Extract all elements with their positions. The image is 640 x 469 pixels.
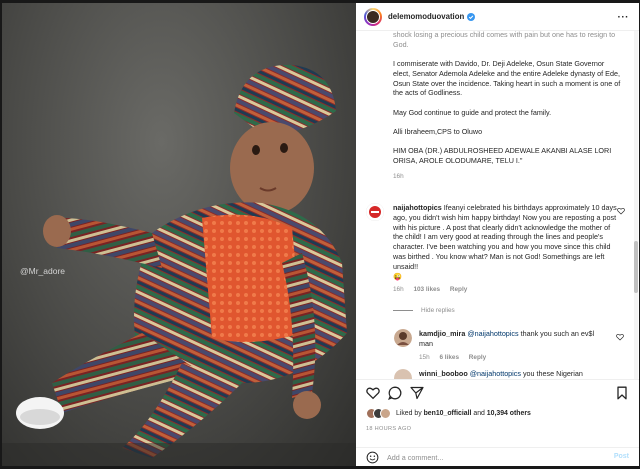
liker-avatar[interactable] xyxy=(380,408,391,419)
reply-mention[interactable]: @naijahottopics xyxy=(470,369,521,378)
reply-body: winni_booboo @naijahottopics you these N… xyxy=(419,369,609,379)
author-avatar[interactable] xyxy=(364,7,382,26)
caption-paragraph-2: May God continue to guide and protect th… xyxy=(393,107,552,117)
comment-emoji: 😜 xyxy=(393,271,402,281)
comment-likes[interactable]: 103 likes xyxy=(413,286,440,293)
reply-likes[interactable]: 6 likes xyxy=(439,354,459,361)
post-photo[interactable]: @Mr_adore xyxy=(2,3,356,466)
child-photo-illustration xyxy=(2,64,356,466)
comment-input[interactable] xyxy=(387,452,597,462)
hide-replies-label: Hide replies xyxy=(421,307,455,314)
comment-icon[interactable] xyxy=(388,386,402,400)
comment-meta: 16h 103 likes Reply xyxy=(393,285,621,295)
comment-username[interactable]: naijahottopics xyxy=(393,203,442,212)
liked-by-row: Liked by ben10_officiall and 10,394 othe… xyxy=(366,408,531,419)
liked-by-and: and xyxy=(471,410,487,417)
bookmark-icon[interactable] xyxy=(615,386,629,400)
reply-username[interactable]: kamdjio_mira xyxy=(419,329,465,338)
reply-mention[interactable]: @naijahottopics xyxy=(467,329,518,338)
post-actions: Liked by ben10_officiall and 10,394 othe… xyxy=(356,379,639,436)
post-caption: shock losing a precious child comes with… xyxy=(393,31,623,182)
heart-icon[interactable] xyxy=(366,386,380,400)
commenter-avatar[interactable] xyxy=(366,203,384,221)
heart-icon[interactable] xyxy=(617,207,625,215)
reply-time: 15h xyxy=(419,353,430,361)
reply-text: you these Nigerian xyxy=(520,369,583,378)
hide-replies-toggle[interactable]: Hide replies xyxy=(393,307,455,314)
caption-fragment: shock losing a precious child comes with… xyxy=(393,31,616,49)
scrollbar-track[interactable] xyxy=(634,31,638,379)
reply-reply-button[interactable]: Reply xyxy=(469,354,486,361)
comments-scroll-area[interactable]: shock losing a precious child comes with… xyxy=(356,31,639,379)
window-frame: @Mr_adore delemomoduovation ··· shock lo… xyxy=(0,0,640,469)
share-icon[interactable] xyxy=(410,386,424,400)
post-side-panel: delemomoduovation ··· shock losing a pre… xyxy=(356,3,639,466)
liked-by-user[interactable]: ben10_officiall xyxy=(424,410,472,417)
comment-time: 16h xyxy=(393,286,404,294)
emoji-icon[interactable] xyxy=(366,451,379,464)
photo-watermark: @Mr_adore xyxy=(20,266,66,276)
caption-time: 16h xyxy=(393,172,404,180)
heart-icon[interactable] xyxy=(616,333,624,341)
caption-paragraph-3: Alli Ibraheem,CPS to Oluwo xyxy=(393,127,483,137)
scrollbar-thumb[interactable] xyxy=(634,241,638,293)
reply-avatar[interactable] xyxy=(394,369,412,379)
comment-text: Ifeanyi celebrated his birthdays approxi… xyxy=(393,203,617,271)
author-username[interactable]: delemomoduovation xyxy=(388,12,464,21)
reply-meta: 15h 6 likes Reply xyxy=(419,353,609,363)
reply-avatar[interactable] xyxy=(394,329,412,347)
liked-by-text: Liked by ben10_officiall and 10,394 othe… xyxy=(396,410,531,417)
reply-username[interactable]: winni_booboo xyxy=(419,369,468,378)
comment-body: naijahottopics Ifeanyi celebrated his bi… xyxy=(393,203,621,295)
post-header: delemomoduovation ··· xyxy=(356,3,639,31)
comment-reply-button[interactable]: Reply xyxy=(450,286,467,293)
caption-paragraph-4: HIM OBA (DR.) ABDULROSHEED ADEWALE AKANB… xyxy=(393,146,612,166)
reply-body: kamdjio_mira @naijahottopics thank you s… xyxy=(419,329,609,362)
more-options-icon[interactable]: ··· xyxy=(618,12,630,23)
verified-icon xyxy=(467,12,476,21)
liked-by-prefix: Liked by xyxy=(396,410,424,417)
post-comment-button[interactable]: Post xyxy=(614,453,629,460)
liked-by-count[interactable]: 10,394 others xyxy=(487,410,531,417)
post-timestamp: 18 HOURS AGO xyxy=(366,426,412,432)
caption-paragraph-1: I commiserate with Davido, Dr. Deji Adel… xyxy=(393,59,621,98)
add-comment-bar: Post xyxy=(356,447,639,466)
